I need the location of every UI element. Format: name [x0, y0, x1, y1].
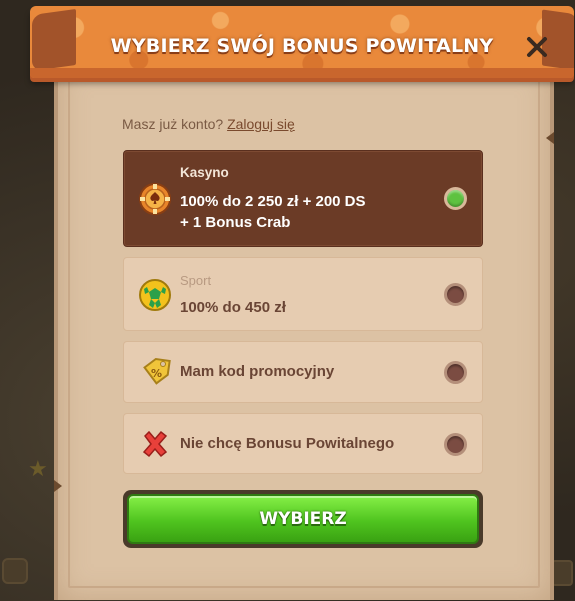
scroll-notch — [54, 480, 62, 492]
option-sport[interactable]: Sport 100% do 450 zł — [123, 257, 483, 331]
scroll-notch — [546, 132, 554, 144]
red-x-icon — [138, 427, 172, 461]
option-text: 100% do 450 zł — [180, 299, 286, 316]
choose-button[interactable]: WYBIERZ — [123, 490, 483, 548]
svg-text:%: % — [151, 367, 162, 380]
login-prompt: Masz już konto? — [122, 116, 224, 132]
option-no-bonus[interactable]: Nie chcę Bonusu Powitalnego — [123, 413, 483, 474]
option-promo-code[interactable]: % Mam kod promocyjny — [123, 341, 483, 403]
option-label: Sport — [180, 273, 212, 288]
login-prompt-row: Masz już konto? Zaloguj się — [122, 116, 295, 132]
star-icon: ★ — [28, 456, 48, 481]
choose-button-face: WYBIERZ — [127, 494, 479, 544]
modal-title: WYBIERZ SWÓJ BONUS POWITALNY — [110, 35, 494, 57]
banner-ledge — [30, 68, 574, 78]
modal-header-banner: WYBIERZ SWÓJ BONUS POWITALNY — [30, 6, 574, 78]
soccer-ball-icon — [138, 278, 172, 312]
option-text: Nie chcę Bonusu Powitalnego — [180, 435, 395, 452]
radio-unselected[interactable] — [444, 433, 467, 456]
option-casino[interactable]: Kasyno 100% do 2 250 zł + 200 DS + 1 Bon… — [123, 150, 483, 247]
backdrop-game-icon — [551, 560, 573, 586]
radio-selected[interactable] — [444, 187, 467, 210]
option-text: Mam kod promocyjny — [180, 363, 335, 380]
casino-chip-icon — [138, 182, 172, 216]
radio-unselected[interactable] — [444, 283, 467, 306]
login-link[interactable]: Zaloguj się — [227, 116, 295, 132]
backdrop-game-icon — [2, 558, 28, 584]
option-text: + 1 Bonus Crab — [180, 214, 291, 231]
radio-unselected[interactable] — [444, 361, 467, 384]
close-icon — [527, 37, 547, 57]
close-button[interactable] — [524, 34, 550, 60]
option-text: 100% do 2 250 zł + 200 DS — [180, 193, 366, 210]
option-label: Kasyno — [180, 165, 229, 180]
promo-tag-icon: % — [138, 355, 172, 389]
choose-button-label: WYBIERZ — [259, 509, 347, 529]
